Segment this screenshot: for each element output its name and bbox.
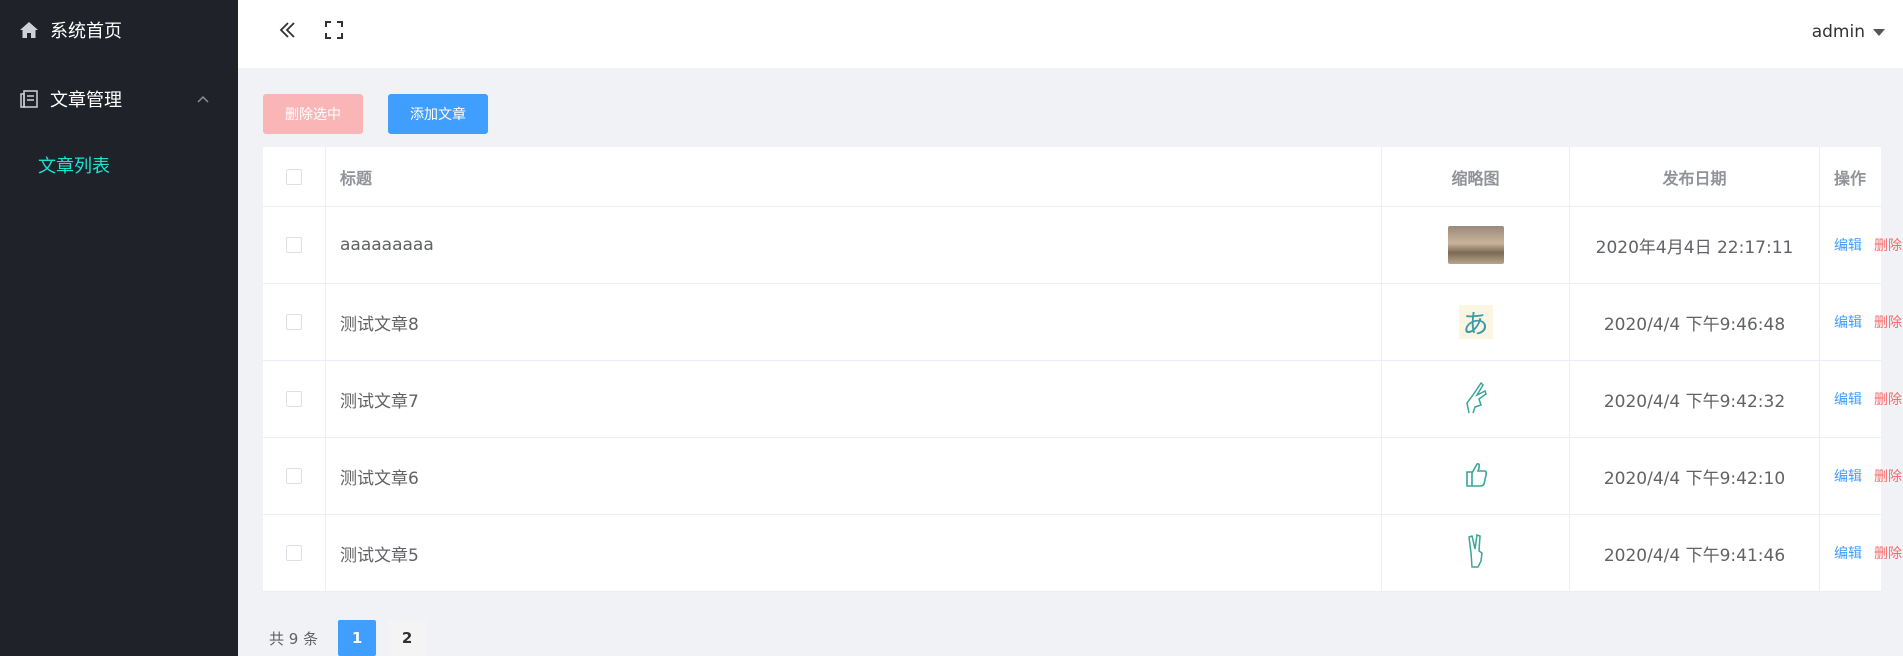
username: admin <box>1811 22 1865 42</box>
fullscreen-icon <box>324 20 344 44</box>
table-row: 测试文章8 あ 2020/4/4 下午9:46:48 编辑 删除 <box>263 284 1902 361</box>
row-title: 测试文章8 <box>326 284 1382 360</box>
sidebar-item-article-list[interactable]: 文章列表 <box>0 145 238 185</box>
thumbnail-kana: あ <box>1458 305 1493 340</box>
column-header-operations: 操作 <box>1834 168 1867 188</box>
table-row: aaaaaaaaa 2020年4月4日 22:17:11 编辑 删除 <box>263 207 1902 284</box>
row-operations: 编辑 删除 <box>1820 207 1903 283</box>
row-thumbnail-cell <box>1382 361 1570 437</box>
sidebar-item-article-list-label: 文章列表 <box>38 156 110 177</box>
pagination: 共 9 条 1 2 <box>263 620 438 656</box>
table-row: 测试文章7 2020/4/4 下午9:42:32 编辑 删除 <box>263 361 1902 438</box>
delete-selected-button[interactable]: 删除选中 <box>263 94 363 134</box>
chevron-up-icon <box>196 92 210 106</box>
victory-hand-icon <box>1463 531 1489 575</box>
row-title: 测试文章5 <box>326 515 1382 591</box>
row-checkbox[interactable] <box>286 237 302 253</box>
hand-gesture-icon <box>1459 377 1493 421</box>
row-checkbox-cell <box>263 284 326 360</box>
sidebar-item-article-management[interactable]: 文章管理 <box>0 78 238 120</box>
row-checkbox-cell <box>263 207 326 283</box>
double-chevron-left-icon <box>278 20 298 44</box>
row-thumbnail-cell <box>1382 438 1570 514</box>
document-icon <box>18 88 40 110</box>
row-title: aaaaaaaaa <box>326 207 1382 283</box>
row-checkbox[interactable] <box>286 468 302 484</box>
row-checkbox-cell <box>263 438 326 514</box>
delete-link[interactable]: 删除 <box>1874 312 1902 332</box>
select-all-checkbox[interactable] <box>286 168 302 185</box>
delete-link[interactable]: 删除 <box>1874 466 1902 486</box>
page-button-2[interactable]: 2 <box>388 620 427 656</box>
sidebar-item-article-management-label: 文章管理 <box>50 90 122 111</box>
delete-link[interactable]: 删除 <box>1874 389 1902 409</box>
article-table: 标题 缩略图 发布日期 操作 aaaaaaaaa 2020年4月4日 22:17… <box>263 147 1902 592</box>
row-title: 测试文章6 <box>326 438 1382 514</box>
row-checkbox[interactable] <box>286 545 302 561</box>
column-header-title: 标题 <box>326 147 1382 206</box>
user-menu[interactable]: admin <box>1812 20 1885 44</box>
home-icon <box>18 19 40 41</box>
row-operations: 编辑 删除 <box>1820 361 1903 437</box>
top-header: admin <box>238 0 1903 68</box>
column-header-thumbnail: 缩略图 <box>1382 147 1570 206</box>
sidebar-item-home[interactable]: 系统首页 <box>0 10 238 50</box>
thumbnail-photo <box>1447 226 1504 264</box>
row-thumbnail-cell <box>1382 207 1570 283</box>
row-checkbox[interactable] <box>286 391 302 407</box>
sidebar-item-home-label: 系统首页 <box>50 21 122 42</box>
edit-link[interactable]: 编辑 <box>1834 543 1862 563</box>
row-checkbox-cell <box>263 361 326 437</box>
table-row: 测试文章5 2020/4/4 下午9:41:46 编辑 删除 <box>263 515 1902 592</box>
row-date: 2020年4月4日 22:17:11 <box>1570 207 1820 283</box>
row-date: 2020/4/4 下午9:46:48 <box>1570 284 1820 360</box>
edit-link[interactable]: 编辑 <box>1834 389 1862 409</box>
thumbs-up-icon <box>1461 458 1491 494</box>
row-operations: 编辑 删除 <box>1820 438 1903 514</box>
add-article-button[interactable]: 添加文章 <box>388 94 488 134</box>
page-button-1[interactable]: 1 <box>338 620 377 656</box>
row-date: 2020/4/4 下午9:42:32 <box>1570 361 1820 437</box>
edit-link[interactable]: 编辑 <box>1834 312 1862 332</box>
row-checkbox[interactable] <box>286 314 302 330</box>
delete-link[interactable]: 删除 <box>1874 235 1902 255</box>
table-header-row: 标题 缩略图 发布日期 操作 <box>263 147 1881 207</box>
row-operations: 编辑 删除 <box>1820 284 1903 360</box>
row-thumbnail-cell <box>1382 515 1570 591</box>
header-checkbox-cell <box>263 147 326 206</box>
edit-link[interactable]: 编辑 <box>1834 466 1862 486</box>
row-thumbnail-cell: あ <box>1382 284 1570 360</box>
row-title: 测试文章7 <box>326 361 1382 437</box>
pagination-total: 共 9 条 <box>269 629 319 648</box>
edit-link[interactable]: 编辑 <box>1834 235 1862 255</box>
sidebar: 系统首页 文章管理 文章列表 <box>0 0 238 656</box>
column-header-date: 发布日期 <box>1570 147 1820 206</box>
delete-link[interactable]: 删除 <box>1874 543 1902 563</box>
caret-down-icon <box>1873 28 1885 36</box>
collapse-sidebar-button[interactable] <box>274 18 302 46</box>
row-date: 2020/4/4 下午9:41:46 <box>1570 515 1820 591</box>
row-operations: 编辑 删除 <box>1820 515 1903 591</box>
fullscreen-button[interactable] <box>320 18 348 46</box>
row-checkbox-cell <box>263 515 326 591</box>
row-date: 2020/4/4 下午9:42:10 <box>1570 438 1820 514</box>
table-row: 测试文章6 2020/4/4 下午9:42:10 编辑 删除 <box>263 438 1902 515</box>
